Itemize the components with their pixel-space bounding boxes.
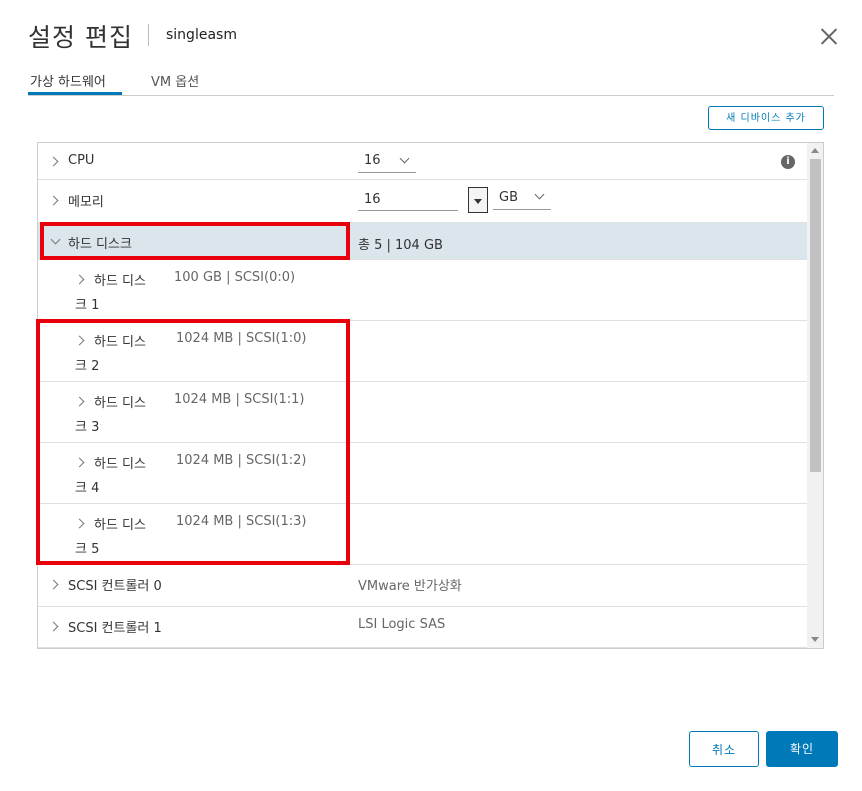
hard-disk-row[interactable]: 하드 디스 크 4 1024 MB | SCSI(1:2)	[38, 443, 807, 504]
hard-disk-detail: 1024 MB | SCSI(1:0)	[176, 331, 307, 346]
add-new-device-button[interactable]: 새 디바이스 추가	[708, 106, 824, 130]
hard-disk-detail: 100 GB | SCSI(0:0)	[174, 270, 296, 285]
hard-disk-label: 하드 디스	[94, 457, 146, 472]
chevron-right-icon[interactable]	[48, 579, 59, 590]
hard-disk-label-cont: 크 3	[75, 420, 100, 435]
hard-disk-label-cont: 크 1	[75, 298, 100, 313]
scsi-controller-label: SCSI 컨트롤러 0	[68, 579, 162, 594]
hard-disk-label: 하드 디스	[94, 274, 146, 289]
dialog-title: 설정 편집	[28, 23, 133, 52]
hard-disks-row[interactable]: 하드 디스크 총 5 | 104 GB	[38, 223, 807, 260]
cpu-label: CPU	[68, 153, 95, 168]
scsi-controller-type: VMware 반가상화	[358, 579, 462, 594]
scsi-controller-row[interactable]: SCSI 컨트롤러 1 LSI Logic SAS	[38, 607, 807, 648]
hardware-grid: CPU 16 i 메모리 16 GB 하드 디스크 총 5 | 104 GB 하…	[37, 142, 824, 649]
ok-button[interactable]: 확인	[766, 731, 838, 767]
tabs-divider	[28, 95, 834, 96]
scsi-controller-row[interactable]: SCSI 컨트롤러 0 VMware 반가상화	[38, 565, 807, 607]
memory-dropdown-toggle[interactable]	[468, 187, 488, 213]
title-divider	[148, 24, 149, 46]
tab-virtual-hardware[interactable]: 가상 하드웨어	[30, 71, 106, 90]
scroll-up-icon[interactable]	[811, 148, 819, 153]
hard-disk-label: 하드 디스	[94, 335, 146, 350]
hard-disk-row[interactable]: 하드 디스 크 1 100 GB | SCSI(0:0)	[38, 260, 807, 321]
hard-disk-detail: 1024 MB | SCSI(1:3)	[176, 514, 307, 529]
hard-disks-label: 하드 디스크	[68, 237, 132, 252]
chevron-down-icon	[534, 189, 545, 200]
memory-unit-select[interactable]: GB	[493, 188, 551, 210]
info-icon[interactable]: i	[781, 155, 795, 169]
vm-name: singleasm	[166, 27, 237, 43]
close-icon[interactable]	[818, 26, 840, 48]
memory-value: 16	[364, 192, 381, 207]
hard-disk-label-cont: 크 5	[75, 542, 100, 557]
cpu-select[interactable]: 16	[358, 152, 416, 173]
active-tab-indicator	[28, 92, 122, 95]
chevron-right-icon[interactable]	[48, 621, 59, 632]
hard-disks-summary: 총 5 | 104 GB	[358, 238, 443, 253]
hard-disk-row[interactable]: 하드 디스 크 3 1024 MB | SCSI(1:1)	[38, 382, 807, 443]
chevron-right-icon[interactable]	[48, 195, 59, 206]
chevron-right-icon[interactable]	[74, 396, 85, 407]
chevron-right-icon[interactable]	[74, 518, 85, 529]
hard-disk-detail: 1024 MB | SCSI(1:1)	[174, 392, 305, 407]
memory-row[interactable]: 메모리 16 GB	[38, 180, 807, 223]
hard-disk-detail: 1024 MB | SCSI(1:2)	[176, 453, 307, 468]
chevron-right-icon[interactable]	[74, 457, 85, 468]
chevron-down-icon	[399, 153, 410, 164]
chevron-right-icon[interactable]	[74, 335, 85, 346]
scroll-down-icon[interactable]	[811, 637, 819, 642]
chevron-down-icon[interactable]	[50, 234, 61, 245]
memory-unit: GB	[499, 190, 518, 205]
hard-disk-label: 하드 디스	[94, 518, 146, 533]
cpu-value: 16	[364, 153, 381, 168]
tab-vm-options[interactable]: VM 옵션	[151, 71, 199, 90]
chevron-right-icon[interactable]	[48, 156, 59, 167]
hard-disk-label-cont: 크 4	[75, 481, 100, 496]
cpu-row[interactable]: CPU 16 i	[38, 143, 807, 180]
chevron-right-icon[interactable]	[74, 274, 85, 285]
hard-disk-label-cont: 크 2	[75, 359, 100, 374]
hard-disk-row[interactable]: 하드 디스 크 5 1024 MB | SCSI(1:3)	[38, 504, 807, 565]
cancel-button[interactable]: 취소	[689, 731, 759, 767]
scsi-controller-type: LSI Logic SAS	[358, 617, 446, 632]
scrollbar-thumb[interactable]	[810, 159, 821, 472]
memory-size-input[interactable]: 16	[358, 190, 458, 211]
hard-disk-row[interactable]: 하드 디스 크 2 1024 MB | SCSI(1:0)	[38, 321, 807, 382]
memory-label: 메모리	[68, 195, 104, 210]
hard-disk-label: 하드 디스	[94, 396, 146, 411]
scsi-controller-label: SCSI 컨트롤러 1	[68, 621, 162, 636]
